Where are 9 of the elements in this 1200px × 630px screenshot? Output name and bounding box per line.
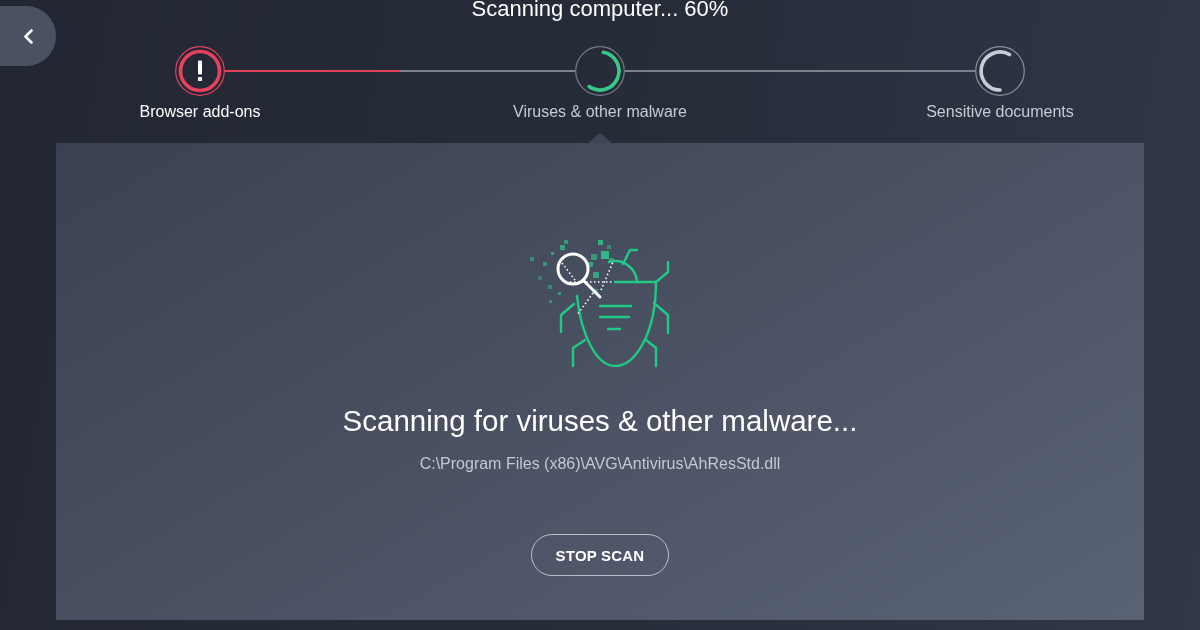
spinner-icon xyxy=(975,46,1025,96)
scan-heading: Scanning for viruses & other malware... xyxy=(342,403,858,439)
current-file-path: C:\Program Files (x86)\AVG\Antivirus\AhResStd.dll xyxy=(419,454,781,474)
step-label: Viruses & other malware xyxy=(513,103,687,121)
back-button[interactable] xyxy=(0,6,56,66)
step-label: Sensitive documents xyxy=(926,103,1074,121)
step-label: Browser add-ons xyxy=(139,103,261,121)
alert-icon xyxy=(175,46,225,96)
chevron-left-icon xyxy=(23,28,33,44)
